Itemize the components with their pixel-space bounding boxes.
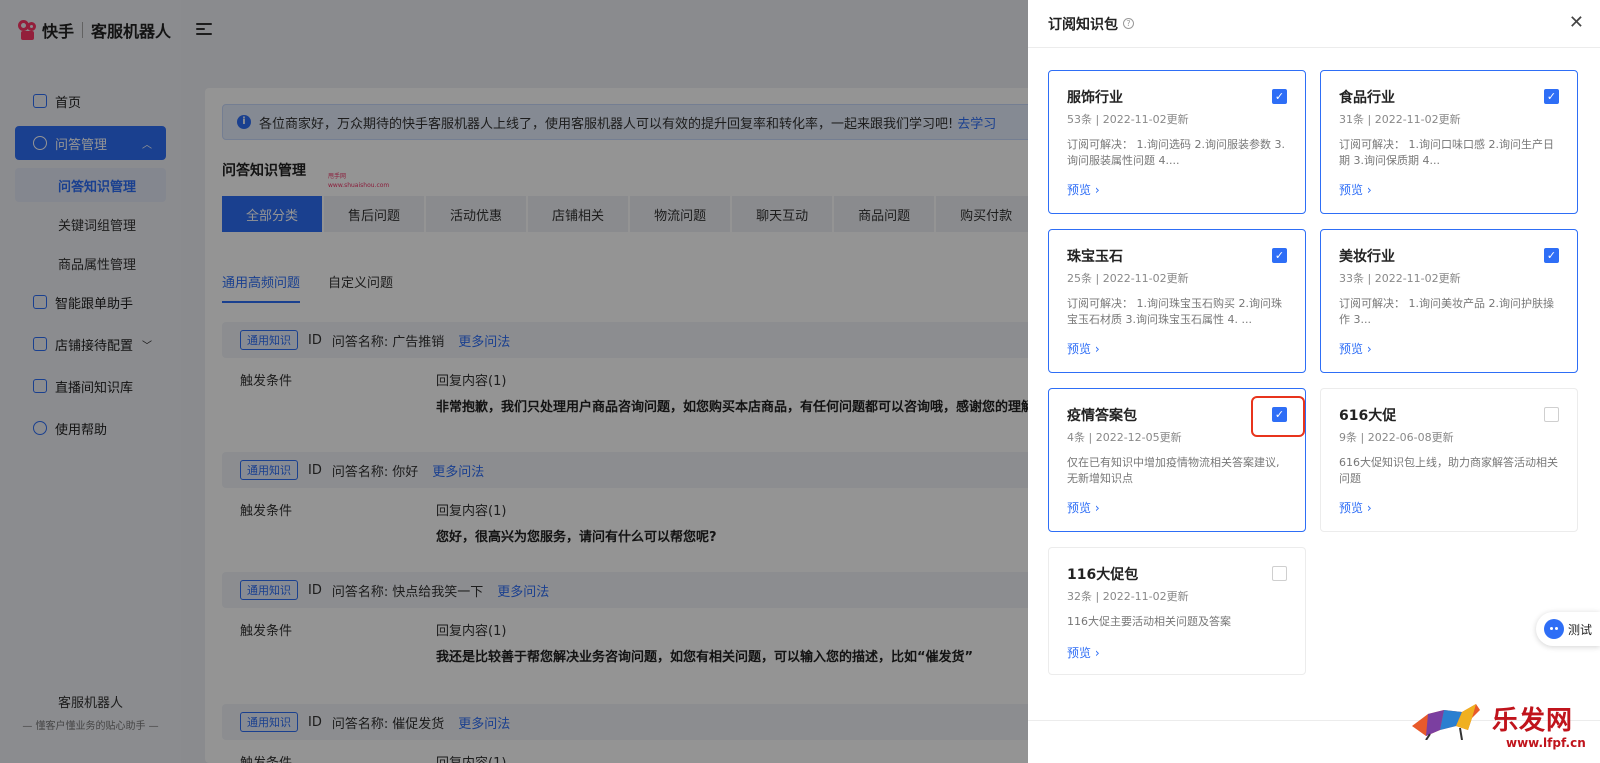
package-desc: 订阅可解决： 1.询问选码 2.询问服装参数 3.询问服装属性问题 4....: [1067, 138, 1285, 167]
package-name: 服饰行业: [1067, 90, 1123, 106]
site-watermark: 乐发网 www.lfpf.cn: [1410, 696, 1600, 763]
package-meta: 32条 | 2022-11-02更新: [1067, 590, 1189, 603]
package-meta: 31条 | 2022-11-02更新: [1339, 113, 1461, 126]
package-card[interactable]: 服饰行业 53条 | 2022-11-02更新 订阅可解决： 1.询问选码 2.…: [1048, 70, 1306, 214]
package-card[interactable]: 珠宝玉石 25条 | 2022-11-02更新 订阅可解决： 1.询问珠宝玉石购…: [1048, 229, 1306, 373]
package-desc: 订阅可解决： 1.询问口味口感 2.询问生产日期 3.询问保质期 4...: [1339, 138, 1554, 167]
bull-logo-icon: [1412, 704, 1480, 740]
package-card[interactable]: 美妆行业 33条 | 2022-11-02更新 订阅可解决： 1.询问美妆产品 …: [1320, 229, 1578, 373]
package-name: 616大促: [1339, 408, 1397, 424]
package-meta: 4条 | 2022-12-05更新: [1067, 431, 1182, 444]
preview-link[interactable]: 预览 ›: [1339, 499, 1372, 516]
package-meta: 9条 | 2022-06-08更新: [1339, 431, 1454, 444]
preview-link[interactable]: 预览 ›: [1067, 499, 1100, 516]
package-checkbox[interactable]: ✓: [1272, 89, 1287, 104]
watermark-url: www.lfpf.cn: [1506, 736, 1586, 750]
package-desc: 116大促主要活动相关问题及答案: [1067, 615, 1231, 628]
package-desc: 订阅可解决： 1.询问美妆产品 2.询问护肤操作 3...: [1339, 297, 1554, 326]
subscribe-drawer: 订阅知识包 ? ✕ 服饰行业 53条 | 2022-11-02更新 订阅可解决：…: [1028, 0, 1600, 763]
preview-link[interactable]: 预览 ›: [1067, 181, 1100, 198]
package-meta: 25条 | 2022-11-02更新: [1067, 272, 1189, 285]
drawer-title: 订阅知识包: [1048, 16, 1118, 33]
close-icon[interactable]: ✕: [1569, 14, 1584, 32]
package-checkbox[interactable]: ✓: [1544, 248, 1559, 263]
modal-overlay[interactable]: [0, 0, 1028, 763]
watermark-text: 乐发网: [1492, 706, 1574, 736]
question-mark-icon[interactable]: ?: [1123, 18, 1134, 29]
package-name: 珠宝玉石: [1067, 249, 1123, 265]
highlight-box: [1251, 396, 1305, 437]
package-name: 美妆行业: [1339, 249, 1395, 265]
drawer-header: 订阅知识包 ? ✕: [1028, 0, 1600, 48]
package-checkbox[interactable]: ✓: [1272, 248, 1287, 263]
package-meta: 33条 | 2022-11-02更新: [1339, 272, 1461, 285]
preview-link[interactable]: 预览 ›: [1339, 181, 1372, 198]
package-checkbox[interactable]: ✓: [1544, 89, 1559, 104]
package-card[interactable]: 616大促 9条 | 2022-06-08更新 616大促知识包上线，助力商家解…: [1320, 388, 1578, 532]
package-desc: 仅在已有知识中增加疫情物流相关答案建议, 无新增知识点: [1067, 456, 1280, 485]
package-name: 疫情答案包: [1067, 408, 1137, 424]
package-checkbox[interactable]: [1272, 566, 1287, 581]
package-desc: 订阅可解决： 1.询问珠宝玉石购买 2.询问珠宝玉石材质 3.询问珠宝玉石属性 …: [1067, 297, 1282, 326]
robot-icon: [1544, 619, 1564, 639]
preview-link[interactable]: 预览 ›: [1067, 340, 1100, 357]
test-button[interactable]: 测试: [1536, 612, 1600, 646]
package-desc: 616大促知识包上线，助力商家解答活动相关问题: [1339, 456, 1558, 485]
preview-link[interactable]: 预览 ›: [1339, 340, 1372, 357]
package-name: 116大促包: [1067, 567, 1139, 583]
package-name: 食品行业: [1339, 90, 1395, 106]
package-card[interactable]: 疫情答案包 4条 | 2022-12-05更新 仅在已有知识中增加疫情物流相关答…: [1048, 388, 1306, 532]
package-checkbox[interactable]: [1544, 407, 1559, 422]
preview-link[interactable]: 预览 ›: [1067, 644, 1100, 661]
package-card[interactable]: 食品行业 31条 | 2022-11-02更新 订阅可解决： 1.询问口味口感 …: [1320, 70, 1578, 214]
package-card[interactable]: 116大促包 32条 | 2022-11-02更新 116大促主要活动相关问题及…: [1048, 547, 1306, 675]
package-meta: 53条 | 2022-11-02更新: [1067, 113, 1189, 126]
